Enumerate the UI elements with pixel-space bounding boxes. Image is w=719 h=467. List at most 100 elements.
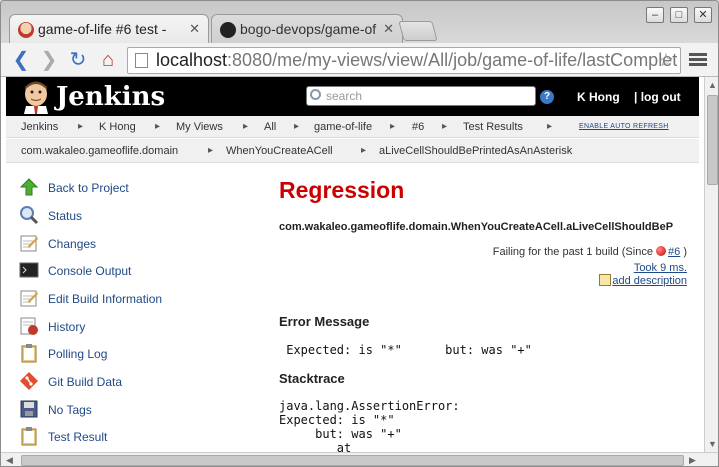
- stacktrace-heading: Stacktrace: [279, 371, 345, 386]
- breadcrumb-separator-icon: ▸: [361, 145, 367, 156]
- sidebar-item-label: Polling Log: [48, 347, 108, 361]
- browser-window: game-of-life #6 test - ✕ bogo-devops/gam…: [0, 0, 719, 467]
- sidebar-item-label: Back to Project: [48, 181, 129, 195]
- page-icon: [135, 53, 148, 68]
- tab-strip: game-of-life #6 test - ✕ bogo-devops/gam…: [1, 1, 718, 44]
- breadcrumb-separator-icon: ▸: [208, 145, 214, 156]
- enable-auto-refresh-link[interactable]: ENABLE AUTO REFRESH: [579, 123, 669, 130]
- new-tab-button[interactable]: [398, 21, 438, 41]
- browser-menu-icon[interactable]: [689, 53, 707, 67]
- sidebar-item-test-result[interactable]: Test Result: [19, 426, 259, 448]
- scroll-up-icon[interactable]: ▲: [708, 80, 717, 90]
- sidebar-item-git-build-data[interactable]: Git Build Data: [19, 371, 259, 393]
- jenkins-header: Jenkins search ? K Hong | log out: [6, 77, 699, 116]
- tab-title: bogo-devops/game-of: [240, 21, 377, 37]
- breadcrumb-job[interactable]: game-of-life: [314, 121, 372, 133]
- sidebar-item-edit-build-information[interactable]: Edit Build Information: [19, 288, 259, 310]
- browser-toolbar: ❮ ❯ ↻ ⌂ localhost:8080/me/my-views/view/…: [1, 43, 718, 77]
- jenkins-logo-icon[interactable]: [20, 80, 52, 114]
- sidebar-item-polling-log[interactable]: Polling Log: [19, 343, 259, 365]
- build-link[interactable]: #6: [668, 246, 680, 258]
- jenkins-title[interactable]: Jenkins: [56, 82, 165, 112]
- scroll-left-icon[interactable]: ◀: [6, 455, 13, 466]
- breadcrumb-class[interactable]: WhenYouCreateACell: [226, 145, 333, 157]
- scroll-down-icon[interactable]: ▼: [708, 439, 717, 449]
- magnifier-icon: [20, 206, 39, 225]
- breadcrumb-package[interactable]: com.wakaleo.gameoflife.domain: [21, 145, 178, 157]
- notepad-pencil-icon: [20, 290, 38, 307]
- history-icon: [20, 317, 38, 335]
- sidebar-item-history[interactable]: History: [19, 316, 259, 338]
- forward-arrow-icon[interactable]: ❯: [38, 49, 60, 71]
- breadcrumb-user[interactable]: K Hong: [99, 121, 136, 133]
- failing-prefix: Failing for the past 1 build (Since: [492, 246, 657, 258]
- stacktrace-text: java.lang.AssertionError: Expected: is "…: [279, 399, 460, 452]
- sidebar-item-label: Changes: [48, 237, 97, 251]
- home-icon[interactable]: ⌂: [97, 49, 119, 71]
- git-icon: [20, 372, 38, 390]
- failing-suffix: ): [680, 246, 687, 258]
- breadcrumb-build[interactable]: #6: [412, 121, 424, 133]
- search-icon: [310, 89, 321, 100]
- page-title: Regression: [279, 177, 405, 203]
- breadcrumb-separator-icon: ▸: [243, 121, 249, 132]
- search-input[interactable]: search: [306, 86, 536, 106]
- red-ball-icon: [656, 246, 667, 256]
- breadcrumb-my-views[interactable]: My Views: [176, 121, 223, 133]
- back-arrow-icon[interactable]: ❮: [10, 49, 32, 71]
- sidebar-item-label: Console Output: [48, 264, 132, 278]
- sidebar-item-label: Edit Build Information: [48, 292, 163, 306]
- vertical-scrollbar[interactable]: ▲ ▼: [704, 77, 718, 452]
- url-path: :8080/me/my-views/view/All/job/game-of-l…: [227, 50, 678, 70]
- tab-bogo-devops[interactable]: bogo-devops/game-of ✕: [211, 14, 403, 44]
- sidebar-item-back-to-project[interactable]: Back to Project: [19, 177, 259, 199]
- help-icon[interactable]: ?: [540, 90, 554, 104]
- sidebar-item-no-tags[interactable]: No Tags: [19, 399, 259, 421]
- notepad-pencil-icon: [599, 274, 612, 286]
- tab-title: game-of-life #6 test -: [38, 21, 167, 37]
- breadcrumb-separator-icon: ▸: [442, 121, 448, 132]
- add-description: add description: [599, 274, 687, 287]
- sidebar-item-label: Git Build Data: [48, 375, 123, 389]
- bookmark-star-icon[interactable]: ☆: [658, 48, 674, 73]
- breadcrumb-jenkins[interactable]: Jenkins: [21, 121, 58, 133]
- sidebar-item-console-output[interactable]: Console Output: [19, 260, 259, 282]
- breadcrumb-separator-icon: ▸: [390, 121, 396, 132]
- clipboard-icon: [21, 427, 37, 446]
- horizontal-scroll-thumb[interactable]: [21, 455, 684, 466]
- error-message-heading: Error Message: [279, 314, 370, 329]
- took-link[interactable]: Took 9 ms.: [634, 262, 687, 274]
- breadcrumb-separator-icon: ▸: [547, 121, 553, 132]
- add-description-link[interactable]: add description: [612, 275, 687, 287]
- maximize-button[interactable]: □: [670, 7, 688, 23]
- sidebar-item-status[interactable]: Status: [19, 205, 259, 227]
- vertical-scroll-thumb[interactable]: [707, 95, 718, 185]
- error-message-text: Expected: is "*" but: was "+": [279, 343, 532, 357]
- sidebar-item-changes[interactable]: Changes: [19, 233, 259, 255]
- breadcrumb-all[interactable]: All: [264, 121, 276, 133]
- failing-info: Failing for the past 1 build (Since #6 ): [493, 246, 687, 258]
- tab-close-icon[interactable]: ✕: [383, 21, 394, 37]
- logout-link[interactable]: | log out: [634, 90, 681, 104]
- search-placeholder: search: [326, 89, 363, 103]
- reload-icon[interactable]: ↻: [67, 49, 89, 71]
- breadcrumb-separator-icon: ▸: [294, 121, 300, 132]
- close-window-button[interactable]: ✕: [694, 7, 712, 23]
- github-favicon-icon: [220, 22, 236, 38]
- address-bar[interactable]: localhost:8080/me/my-views/view/All/job/…: [127, 47, 681, 74]
- breadcrumb-separator-icon: ▸: [78, 121, 84, 132]
- tab-close-icon[interactable]: ✕: [189, 21, 200, 37]
- sidebar-item-label: Test Result: [48, 430, 108, 444]
- clipboard-icon: [21, 344, 37, 363]
- notepad-icon: [20, 235, 38, 252]
- test-name: com.wakaleo.gameoflife.domain.WhenYouCre…: [279, 221, 674, 233]
- tab-game-of-life[interactable]: game-of-life #6 test - ✕: [9, 14, 209, 44]
- floppy-icon: [20, 400, 38, 418]
- user-link[interactable]: K Hong: [577, 90, 620, 104]
- breadcrumb-test-results[interactable]: Test Results: [463, 121, 523, 133]
- breadcrumb-test[interactable]: aLiveCellShouldBePrintedAsAnAsterisk: [379, 145, 572, 157]
- url-host: localhost: [156, 50, 228, 70]
- minimize-button[interactable]: –: [646, 7, 664, 23]
- scroll-right-icon[interactable]: ▶: [689, 455, 696, 466]
- horizontal-scrollbar[interactable]: ◀ ▶: [1, 452, 718, 466]
